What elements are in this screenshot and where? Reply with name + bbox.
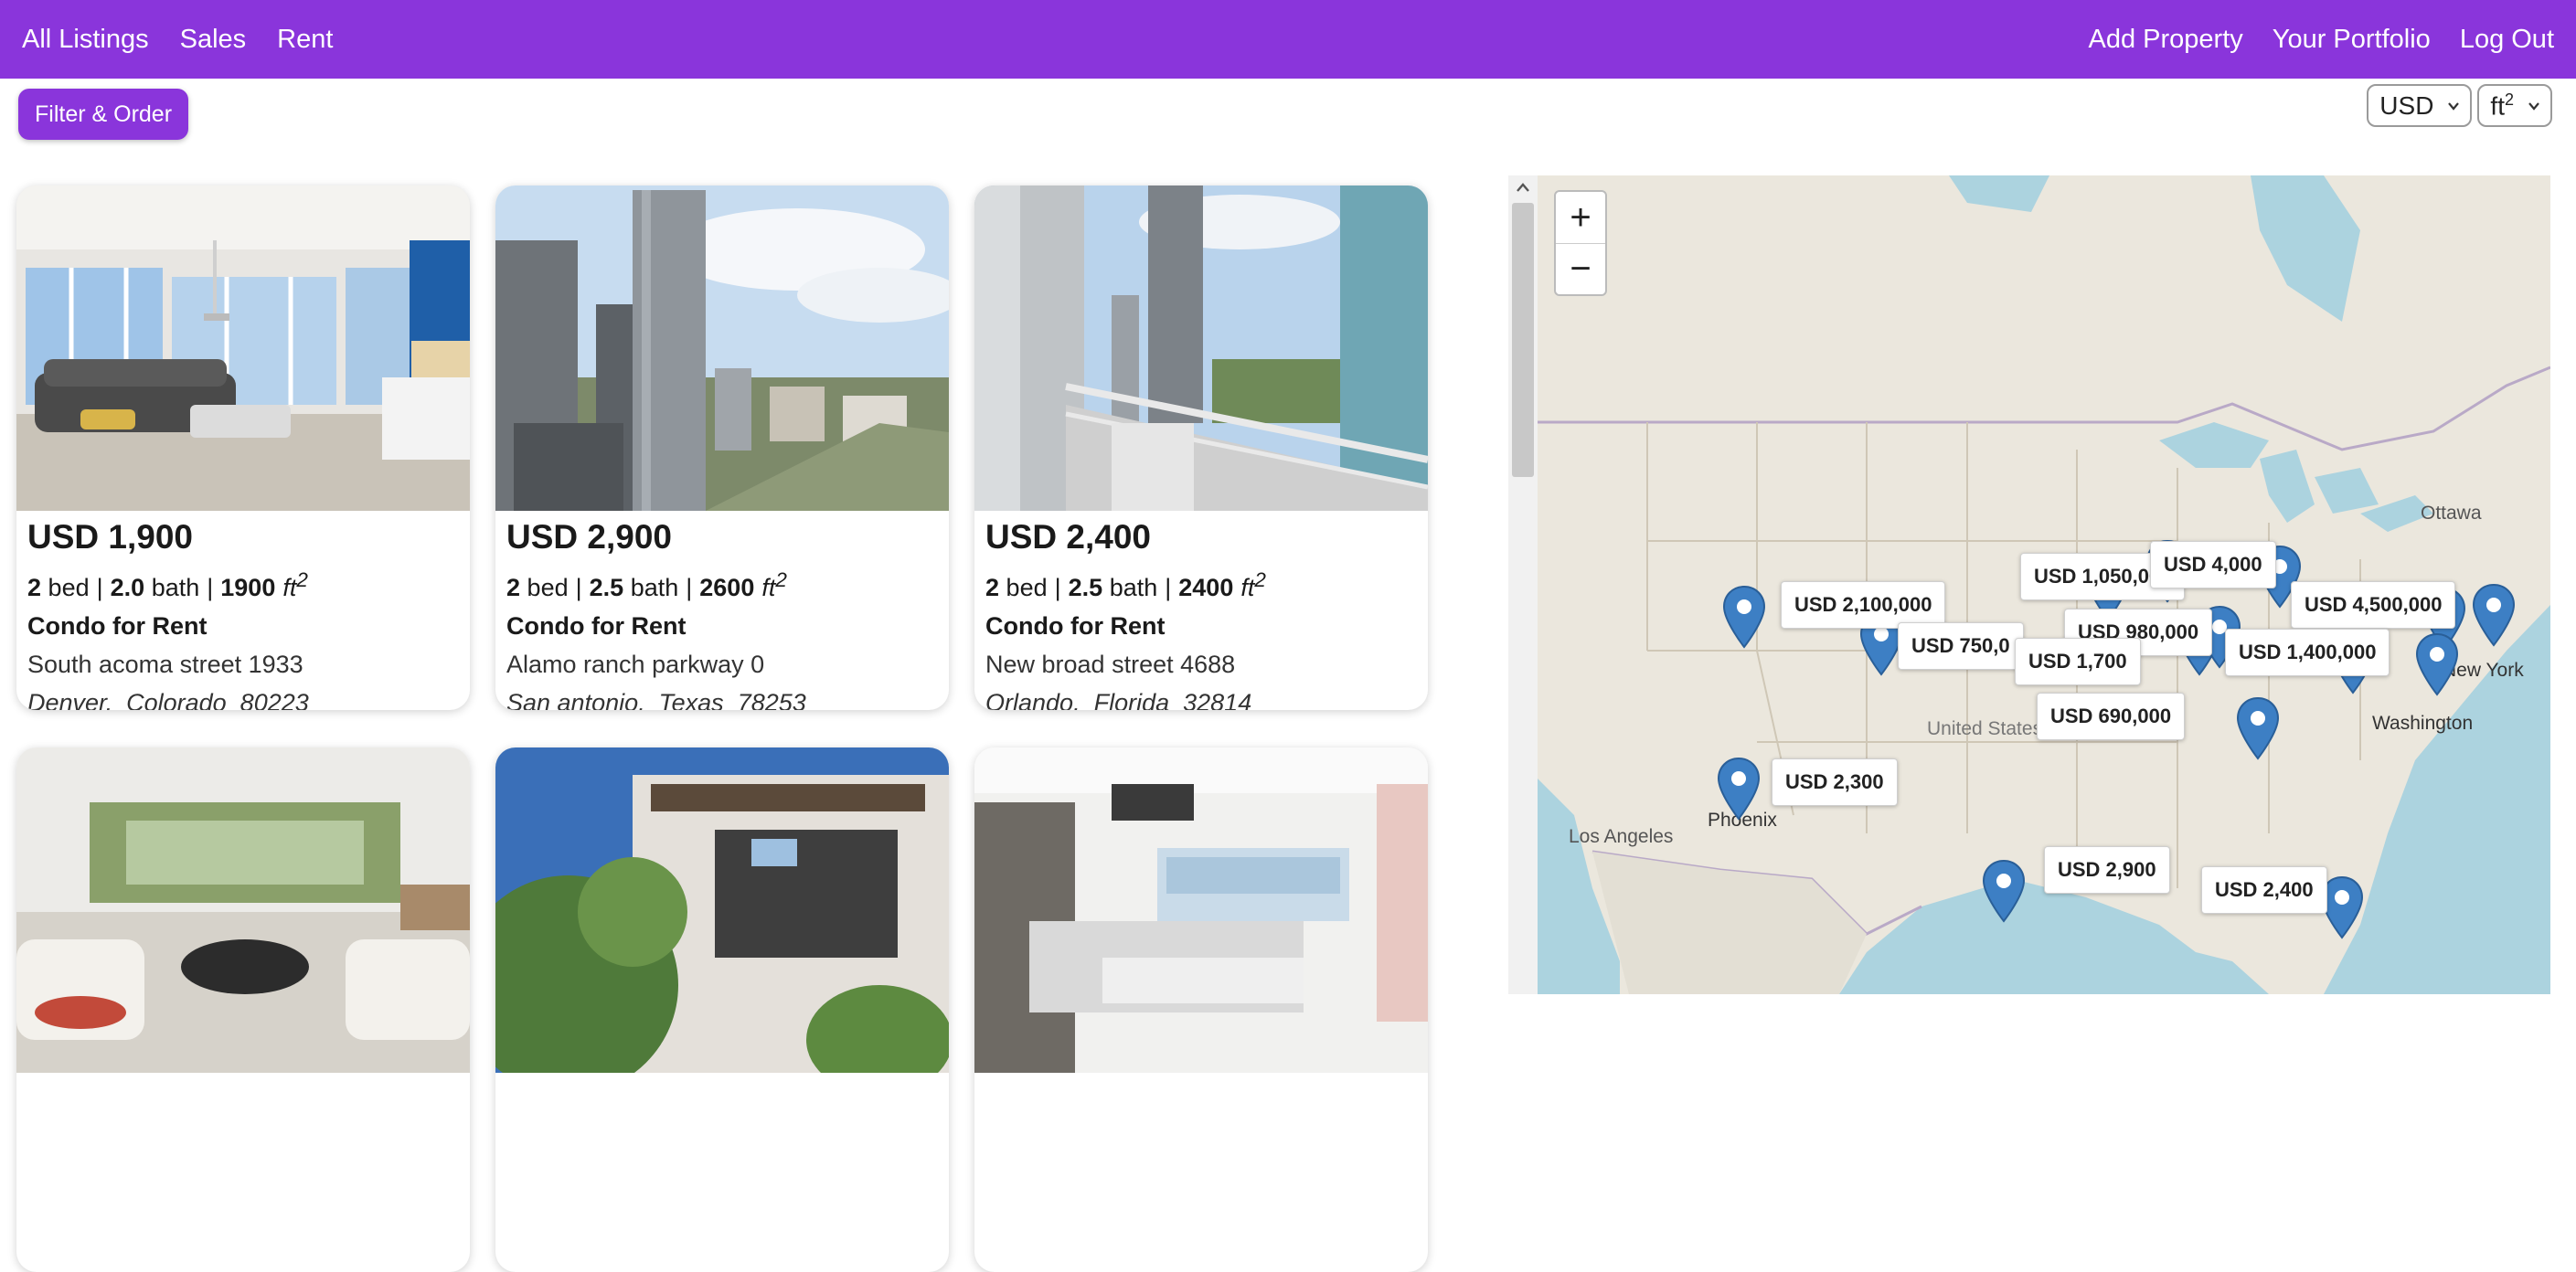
- map-price-label[interactable]: USD 1,700: [2015, 638, 2141, 685]
- listing-info: USD 2,400 2 bed | 2.5 bath | 2400 ft2 Condo f…: [974, 511, 1428, 710]
- listing-street: South acoma street 1933: [27, 651, 303, 678]
- map-price-label[interactable]: USD 2,900: [2044, 846, 2170, 894]
- nav-your-portfolio[interactable]: Your Portfolio: [2273, 25, 2431, 55]
- map-scrollbar[interactable]: [1508, 175, 1538, 994]
- listing-card[interactable]: USD 2,900 2 bed | 2.5 bath | 2600 ft2 Condo f…: [495, 186, 949, 710]
- display-options: USD ft2: [2361, 84, 2552, 127]
- map-pin-icon[interactable]: [2472, 583, 2516, 647]
- map-pin-icon[interactable]: [1717, 757, 1761, 821]
- listing-photo: [974, 186, 1428, 511]
- listing-price: USD 2,400: [985, 518, 1151, 556]
- listing-card[interactable]: [16, 747, 470, 1272]
- currency-value: USD: [2379, 90, 2434, 120]
- listing-type: Condo for Rent: [985, 612, 1166, 640]
- listing-card[interactable]: [974, 747, 1428, 1272]
- listing-photo: [16, 186, 470, 511]
- unit-select[interactable]: ft2: [2477, 84, 2552, 127]
- listing-city: Denver, Colorado 80223: [27, 689, 309, 710]
- nav-all-listings[interactable]: All Listings: [22, 25, 149, 55]
- map-place-label: Ottawa: [2421, 503, 2482, 524]
- chevron-down-icon: [2528, 101, 2539, 111]
- nav-rent[interactable]: Rent: [277, 25, 333, 55]
- scroll-up-icon[interactable]: [1516, 181, 1530, 194]
- scrollbar-thumb[interactable]: [1512, 203, 1534, 477]
- map-pin-icon[interactable]: [1982, 859, 2026, 923]
- map-zoom-control: + −: [1554, 190, 1607, 296]
- map-place-label: United States: [1927, 718, 2043, 739]
- filter-order-button[interactable]: Filter & Order: [18, 89, 189, 140]
- top-nav-bar: All Listings Sales Rent Add Property You…: [0, 0, 2576, 79]
- listings-map[interactable]: + − Ottawa New York Washington United St…: [1508, 175, 2550, 994]
- nav-log-out[interactable]: Log Out: [2460, 25, 2554, 55]
- nav-sales[interactable]: Sales: [180, 25, 247, 55]
- nav-left: All Listings Sales Rent: [22, 25, 364, 55]
- listing-type: Condo for Rent: [27, 612, 208, 640]
- listing-photo: [974, 747, 1428, 1073]
- listing-info: USD 2,900 2 bed | 2.5 bath | 2600 ft2 Condo f…: [495, 511, 949, 710]
- listing-street: New broad street 4688: [985, 651, 1236, 678]
- listing-photo: [16, 747, 470, 1073]
- map-place-label: Los Angeles: [1569, 826, 1674, 847]
- map-pin-icon[interactable]: [2415, 632, 2459, 696]
- zoom-out-button[interactable]: −: [1556, 243, 1605, 294]
- listing-city: San antonio, Texas 78253: [506, 689, 806, 710]
- listing-specs: 2 bed | 2.5 bath | 2400 ft2: [985, 568, 1266, 601]
- listing-card[interactable]: USD 1,900 2 bed | 2.0 bath | 1900 ft2 Condo f…: [16, 186, 470, 710]
- map-price-label[interactable]: USD 750,0: [1898, 622, 2024, 670]
- chevron-down-icon: [2448, 101, 2460, 111]
- map-price-label[interactable]: USD 2,400: [2201, 866, 2327, 914]
- nav-right: Add Property Your Portfolio Log Out: [2060, 25, 2555, 55]
- nav-add-property[interactable]: Add Property: [2089, 25, 2243, 55]
- listing-specs: 2 bed | 2.5 bath | 2600 ft2: [506, 568, 787, 601]
- zoom-in-button[interactable]: +: [1556, 192, 1605, 243]
- listing-city: Orlando, Florida 32814: [985, 689, 1252, 710]
- listing-card[interactable]: [495, 747, 949, 1272]
- unit-value: ft2: [2490, 90, 2514, 121]
- map-pin-icon[interactable]: [2236, 696, 2280, 760]
- listing-price: USD 1,900: [27, 518, 193, 556]
- listing-price: USD 2,900: [506, 518, 672, 556]
- map-price-label[interactable]: USD 1,400,000: [2225, 629, 2390, 676]
- listing-card[interactable]: USD 2,400 2 bed | 2.5 bath | 2400 ft2 Condo f…: [974, 186, 1428, 710]
- listing-street: Alamo ranch parkway 0: [506, 651, 765, 678]
- map-pin-icon[interactable]: [1722, 585, 1766, 649]
- listing-photo: [495, 747, 949, 1073]
- listing-specs: 2 bed | 2.0 bath | 1900 ft2: [27, 568, 308, 601]
- currency-select[interactable]: USD: [2367, 84, 2473, 127]
- listing-info: USD 1,900 2 bed | 2.0 bath | 1900 ft2 Condo f…: [16, 511, 470, 710]
- map-price-label[interactable]: USD 690,000: [2037, 693, 2186, 740]
- listing-type: Condo for Rent: [506, 612, 687, 640]
- map-price-label[interactable]: USD 2,300: [1772, 758, 1898, 806]
- listing-photo: [495, 186, 949, 511]
- map-price-label[interactable]: USD 4,500,000: [2291, 581, 2456, 629]
- map-place-label: Washington: [2372, 713, 2474, 734]
- map-price-label[interactable]: USD 4,000: [2150, 541, 2276, 588]
